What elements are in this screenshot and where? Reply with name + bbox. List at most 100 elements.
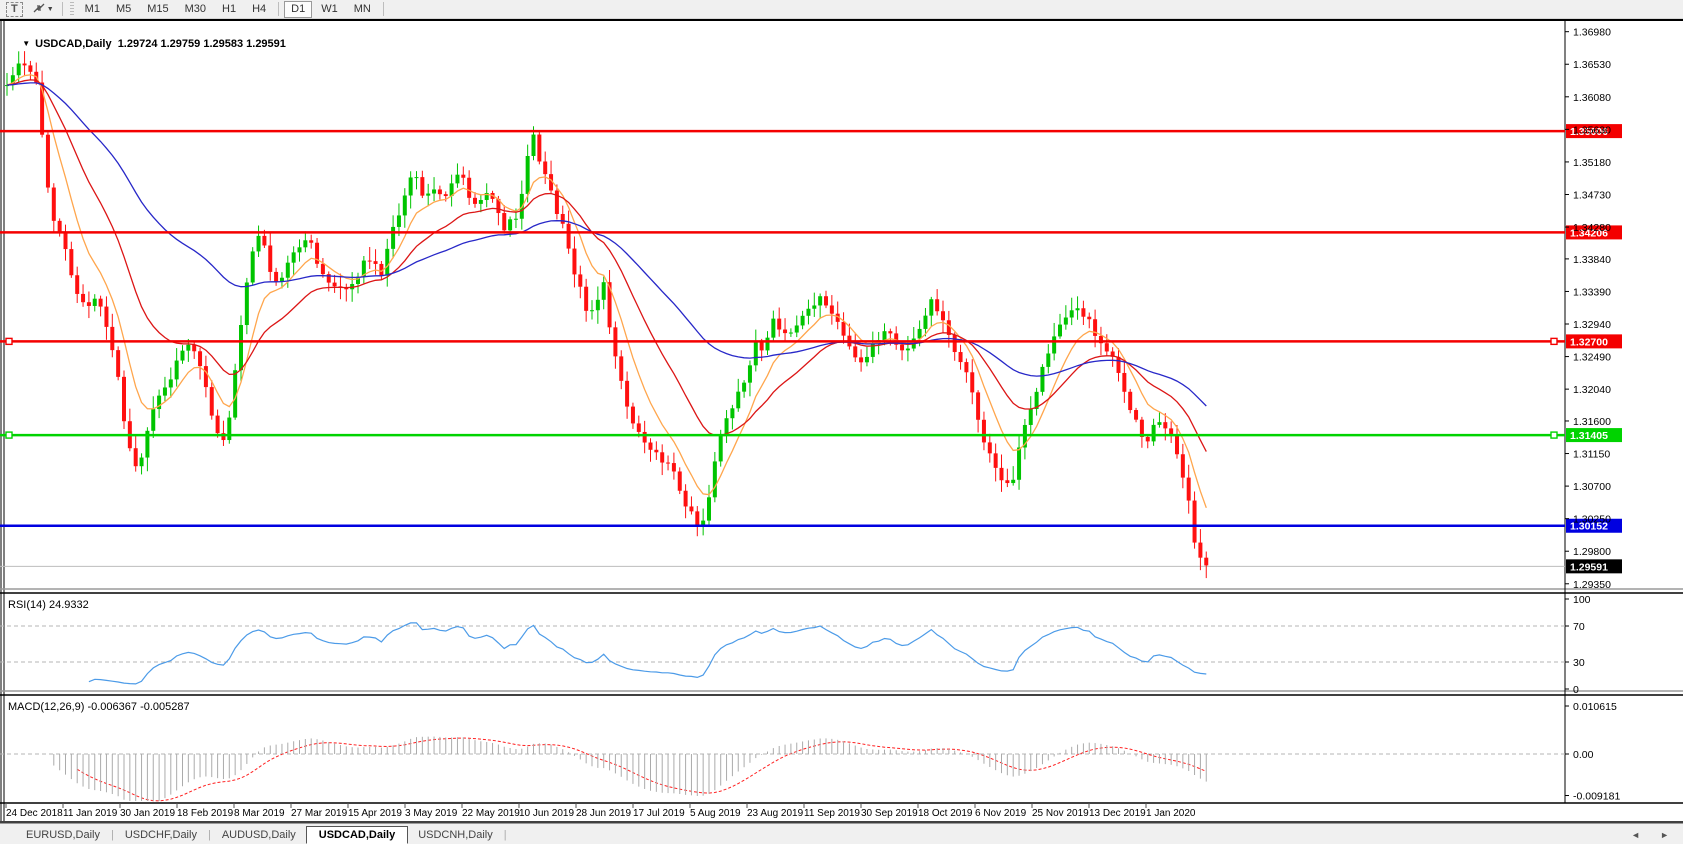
hline-1.31405[interactable]: 1.31405 xyxy=(0,428,1622,442)
date-tick-label: 23 Aug 2019 xyxy=(747,808,804,819)
price-tick-label: 1.30250 xyxy=(1573,514,1611,526)
date-tick-label: 8 Mar 2019 xyxy=(234,808,285,819)
timeframe-button-m1[interactable]: M1 xyxy=(78,1,107,18)
timeframe-button-m30[interactable]: M30 xyxy=(178,1,213,18)
price-tick-label: 1.32940 xyxy=(1573,319,1611,331)
price-tick-label: 1.34730 xyxy=(1573,189,1611,201)
macd-histogram xyxy=(54,737,1206,801)
timeframe-button-d1[interactable]: D1 xyxy=(284,1,312,18)
price-tick-label: 1.29800 xyxy=(1573,546,1611,558)
date-tick-label: 17 Jul 2019 xyxy=(633,808,685,819)
price-tick-label: 1.34280 xyxy=(1573,222,1611,234)
date-tick-label: 25 Nov 2019 xyxy=(1032,808,1089,819)
panel-borders xyxy=(0,19,1683,822)
rsi-tick-label: 0 xyxy=(1573,684,1579,696)
macd-indicator-label: MACD(12,26,9) -0.006367 -0.005287 xyxy=(8,701,190,713)
hline-price-label: 1.32700 xyxy=(1570,336,1608,348)
chart-window: 1.356061.342061.327001.314051.301521.369… xyxy=(0,19,1683,823)
date-tick-label: 13 Dec 2019 xyxy=(1089,808,1146,819)
price-tick-label: 1.35630 xyxy=(1573,124,1611,136)
top-toolbar: T ▼ M1M5M15M30H1H4 D1W1MN xyxy=(0,0,1683,19)
dropdown-caret-icon[interactable]: ▼ xyxy=(47,6,54,13)
date-tick-label: 5 Aug 2019 xyxy=(690,808,741,819)
chart-canvas[interactable]: 1.356061.342061.327001.314051.301521.369… xyxy=(0,19,1683,823)
svg-text:1.29591: 1.29591 xyxy=(1570,561,1608,573)
date-tick-label: 11 Jan 2019 xyxy=(63,808,118,819)
date-tick-label: 18 Oct 2019 xyxy=(918,808,973,819)
rsi-tick-label: 100 xyxy=(1573,594,1591,606)
macd-tick-label: 0.010615 xyxy=(1573,701,1617,713)
text-tool-button[interactable]: T xyxy=(6,2,23,17)
date-axis: 24 Dec 201811 Jan 201930 Jan 201918 Feb … xyxy=(6,803,1196,819)
date-tick-label: 10 Jun 2019 xyxy=(519,808,574,819)
macd-panel: 0.0106150.00-0.009181 xyxy=(0,701,1620,803)
rsi-tick-label: 30 xyxy=(1573,657,1585,669)
date-tick-label: 30 Jan 2019 xyxy=(120,808,175,819)
hline-price-label: 1.31405 xyxy=(1570,430,1608,442)
price-tick-label: 1.36530 xyxy=(1573,59,1611,71)
price-tick-label: 1.36980 xyxy=(1573,27,1611,39)
timeframe-button-m15[interactable]: M15 xyxy=(140,1,175,18)
rsi-line xyxy=(89,623,1206,684)
hline-1.32700[interactable]: 1.32700 xyxy=(0,334,1622,348)
date-tick-label: 6 Nov 2019 xyxy=(975,808,1027,819)
date-tick-label: 15 Apr 2019 xyxy=(348,808,402,819)
rsi-indicator-label: RSI(14) 24.9332 xyxy=(8,599,89,611)
timeframe-button-h4[interactable]: H4 xyxy=(245,1,273,18)
toolbar-grip xyxy=(70,2,74,16)
price-tick-label: 1.29350 xyxy=(1573,579,1611,591)
date-tick-label: 30 Sep 2019 xyxy=(861,808,918,819)
chart-title: ▼ USDCAD,Daily 1.29724 1.29759 1.29583 1.… xyxy=(10,26,286,62)
price-axis: 1.36980 1.36530 1.36080 1.35630 1.35180 1.347… xyxy=(1565,27,1611,591)
date-tick-label: 3 May 2019 xyxy=(405,808,458,819)
tab-usdchf[interactable]: USDCHF,Daily xyxy=(115,827,207,843)
price-tick-label: 1.35180 xyxy=(1573,157,1611,169)
date-tick-label: 1 Jan 2020 xyxy=(1146,808,1196,819)
date-tick-label: 27 Mar 2019 xyxy=(291,808,348,819)
tab-divider: | xyxy=(111,829,114,841)
symbol-tabbar: EURUSD,Daily|USDCHF,Daily|AUDUSD,DailyUS… xyxy=(0,823,1683,844)
price-tick-label: 1.32040 xyxy=(1573,384,1611,396)
toolbar-separator xyxy=(383,2,384,16)
timeframe-button-h1[interactable]: H1 xyxy=(215,1,243,18)
toolbar-separator xyxy=(62,2,63,16)
price-tick-label: 1.33390 xyxy=(1573,286,1611,298)
diagonal-arrows-icon[interactable] xyxy=(32,2,46,17)
timeframe-button-w1[interactable]: W1 xyxy=(314,1,345,18)
hline-1.35606[interactable]: 1.35606 xyxy=(0,124,1622,138)
price-tick-label: 1.32490 xyxy=(1573,352,1611,364)
price-tick-label: 1.36080 xyxy=(1573,92,1611,104)
hline-1.30152[interactable]: 1.30152 xyxy=(0,519,1622,533)
price-tick-label: 1.30700 xyxy=(1573,481,1611,493)
ma-mid-line xyxy=(7,80,1206,452)
current-price-label: 1.29591 xyxy=(1566,559,1622,573)
toolbar-separator xyxy=(278,2,279,16)
tab-eurusd[interactable]: EURUSD,Daily xyxy=(16,827,110,843)
tab-divider: | xyxy=(504,829,507,841)
rsi-tick-label: 70 xyxy=(1573,621,1585,633)
timeframe-button-mn[interactable]: MN xyxy=(347,1,378,18)
chart-title-symbol: USDCAD,Daily xyxy=(35,38,111,50)
date-tick-label: 24 Dec 2018 xyxy=(6,808,63,819)
price-tick-label: 1.33840 xyxy=(1573,254,1611,266)
tab-usdcad[interactable]: USDCAD,Daily xyxy=(306,826,408,844)
tab-audusd[interactable]: AUDUSD,Daily xyxy=(212,827,306,843)
macd-tick-label: -0.009181 xyxy=(1573,791,1620,803)
chart-title-ohlc: 1.29724 1.29759 1.29583 1.29591 xyxy=(118,38,286,50)
price-tick-label: 1.31150 xyxy=(1573,449,1610,461)
price-tick-label: 1.31600 xyxy=(1573,416,1611,428)
timeframe-button-m5[interactable]: M5 xyxy=(109,1,138,18)
macd-signal-line xyxy=(77,738,1206,801)
symbol-caret-icon[interactable]: ▼ xyxy=(22,39,30,48)
date-tick-label: 18 Feb 2019 xyxy=(177,808,234,819)
ma-fast-line xyxy=(7,75,1206,508)
rsi-panel: 100 70 30 0 xyxy=(0,594,1591,696)
date-tick-label: 11 Sep 2019 xyxy=(804,808,860,819)
tab-scroll-right-button[interactable]: ► xyxy=(1660,830,1669,840)
tab-divider: | xyxy=(208,829,211,841)
hline-1.34206[interactable]: 1.34206 xyxy=(0,225,1622,239)
date-tick-label: 28 Jun 2019 xyxy=(576,808,631,819)
date-tick-label: 22 May 2019 xyxy=(462,808,520,819)
tab-scroll-left-button[interactable]: ◄ xyxy=(1631,830,1640,840)
tab-usdcnh[interactable]: USDCNH,Daily xyxy=(408,827,503,843)
